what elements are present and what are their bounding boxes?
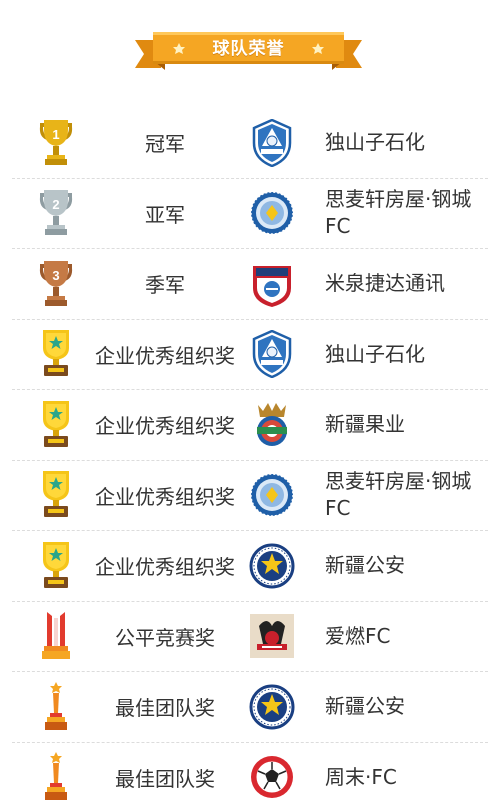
svg-text:3: 3	[52, 268, 59, 283]
team-name: 米泉捷达通讯	[325, 249, 475, 319]
section-title: 球队荣誉	[135, 36, 362, 62]
svg-text:2: 2	[52, 197, 59, 212]
crown-ball-logo-icon	[249, 401, 295, 449]
star-plaque-icon	[34, 540, 78, 592]
round-blue-logo-icon	[249, 189, 295, 237]
award-name: 企业优秀组织奖	[78, 531, 252, 601]
award-name: 企业优秀组织奖	[78, 461, 252, 531]
team-name: 独山子石化	[325, 108, 475, 178]
bronze-cup-icon: 3	[34, 258, 78, 310]
team-name: 新疆公安	[325, 672, 475, 742]
honor-row: 最佳团队奖 新疆公安	[12, 672, 488, 743]
team-name: 新疆公安	[325, 531, 475, 601]
honor-row: 企业优秀组织奖 独山子石化	[12, 320, 488, 391]
star-plaque-icon	[34, 328, 78, 380]
shield-blue-logo-icon	[249, 119, 295, 167]
svg-text:1: 1	[52, 127, 59, 142]
red-ball-logo-icon	[249, 753, 295, 801]
honors-list: 1 冠军 独山子石化 2 亚军 思麦轩房屋·钢城FC	[0, 108, 500, 812]
torch-trophy-icon	[34, 681, 78, 733]
gold-cup-icon: 1	[34, 117, 78, 169]
police-badge-logo-icon	[249, 683, 295, 731]
round-blue-logo-icon	[249, 471, 295, 519]
award-name: 季军	[78, 249, 252, 319]
award-name: 公平竞赛奖	[78, 602, 252, 672]
silver-cup-icon: 2	[34, 187, 78, 239]
award-name: 最佳团队奖	[78, 672, 252, 742]
airan-square-logo-icon	[249, 612, 295, 660]
honor-row: 公平竞赛奖 爱燃FC	[12, 602, 488, 673]
honor-row: 企业优秀组织奖 新疆果业	[12, 390, 488, 461]
award-name: 企业优秀组织奖	[78, 390, 252, 460]
team-name: 新疆果业	[325, 390, 475, 460]
honor-row: 3 季军 米泉捷达通讯	[12, 249, 488, 320]
shield-red-logo-icon	[249, 260, 295, 308]
honor-row: 企业优秀组织奖 新疆公安	[12, 531, 488, 602]
star-plaque-icon	[34, 469, 78, 521]
team-name: 思麦轩房屋·钢城FC	[325, 461, 475, 531]
honor-row: 2 亚军 思麦轩房屋·钢城FC	[12, 179, 488, 250]
team-name: 爱燃FC	[325, 602, 475, 672]
red-flag-trophy-icon	[34, 610, 78, 662]
award-name: 冠军	[78, 108, 252, 178]
honor-row: 1 冠军 独山子石化	[12, 108, 488, 179]
shield-blue-logo-icon	[249, 330, 295, 378]
star-plaque-icon	[34, 399, 78, 451]
honor-row: 企业优秀组织奖 思麦轩房屋·钢城FC	[12, 461, 488, 532]
police-badge-logo-icon	[249, 542, 295, 590]
award-name: 企业优秀组织奖	[78, 320, 252, 390]
team-name: 独山子石化	[325, 320, 475, 390]
award-name: 亚军	[78, 179, 252, 249]
torch-trophy-icon	[34, 751, 78, 803]
section-header-ribbon: 球队荣誉	[135, 30, 362, 74]
team-name: 思麦轩房屋·钢城FC	[325, 179, 475, 249]
